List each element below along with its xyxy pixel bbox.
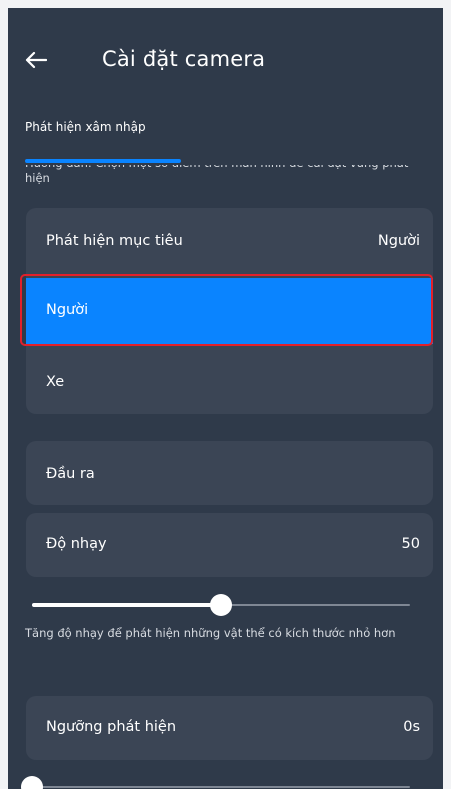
top-bar: Cài đặt camera [8, 8, 443, 106]
threshold-value: 0s [403, 719, 420, 735]
tab-bar [8, 106, 443, 166]
back-button[interactable] [22, 46, 50, 74]
threshold-row: Ngưỡng phát hiện 0s [26, 696, 433, 760]
arrow-left-icon [25, 51, 47, 69]
target-detection-header[interactable]: Phát hiện mục tiêu Người [26, 208, 433, 278]
sensitivity-row: Độ nhạy 50 [26, 513, 433, 577]
threshold-label: Ngưỡng phát hiện [46, 719, 177, 735]
threshold-slider-thumb[interactable] [21, 776, 43, 789]
hint-container: Hướng dẫn: Chọn một số điểm trên màn hìn… [25, 165, 430, 203]
page-title: Cài đặt camera [102, 47, 266, 71]
option-vehicle-label: Xe [46, 374, 65, 390]
sensitivity-slider-fill [32, 603, 221, 607]
target-detection-label: Phát hiện mục tiêu [46, 233, 183, 249]
camera-settings-screen: Cài đặt camera Phát hiện xâm nhập Hướng … [8, 8, 443, 789]
sensitivity-slider-thumb[interactable] [210, 594, 232, 616]
sensitivity-description: Tăng độ nhạy để phát hiện những vật thể … [25, 626, 396, 640]
hint-text: Hướng dẫn: Chọn một số điểm trên màn hìn… [25, 165, 408, 185]
option-person-label: Người [46, 302, 89, 318]
tab-intrusion-detection[interactable]: Phát hiện xâm nhập [25, 120, 146, 134]
sensitivity-label: Độ nhạy [46, 536, 107, 552]
threshold-slider-track [32, 786, 410, 788]
output-label: Đầu ra [46, 466, 95, 482]
option-person[interactable]: Người [26, 278, 433, 344]
option-vehicle[interactable]: Xe [26, 344, 433, 414]
sensitivity-value: 50 [401, 536, 420, 552]
output-row[interactable]: Đầu ra [26, 441, 433, 505]
tab-active-indicator [25, 159, 181, 163]
target-detection-value: Người [377, 233, 420, 249]
